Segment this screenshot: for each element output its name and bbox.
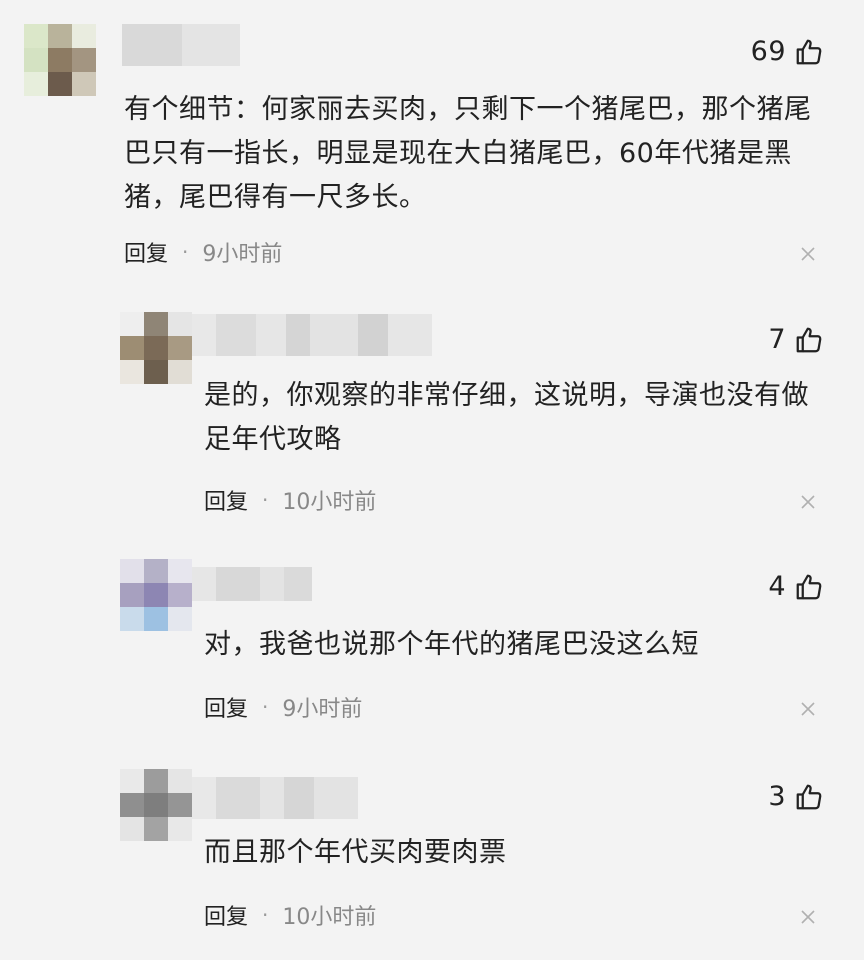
reply-button[interactable]: 回复	[204, 691, 248, 723]
separator-dot: ·	[182, 240, 189, 264]
avatar[interactable]	[120, 769, 192, 841]
comment-meta: 回复 · 10小时前	[204, 899, 376, 931]
comment-meta: 回复 · 9小时前	[124, 236, 282, 268]
close-icon[interactable]	[800, 909, 816, 925]
thumbs-up-icon	[796, 574, 822, 599]
timestamp: 9小时前	[282, 697, 363, 722]
reply-button[interactable]: 回复	[204, 899, 248, 931]
username-blurred[interactable]	[192, 567, 312, 601]
avatar[interactable]	[120, 559, 192, 631]
close-icon[interactable]	[800, 494, 816, 510]
timestamp: 10小时前	[282, 905, 377, 930]
like-button[interactable]: 3	[768, 781, 824, 812]
username-blurred[interactable]	[192, 777, 358, 819]
avatar[interactable]	[120, 312, 192, 384]
like-button[interactable]: 7	[768, 324, 824, 355]
like-count: 4	[768, 571, 786, 602]
comment-text: 而且那个年代买肉要肉票	[204, 837, 507, 868]
like-button[interactable]: 4	[768, 571, 824, 602]
separator-dot: ·	[262, 488, 269, 512]
separator-dot: ·	[262, 695, 269, 719]
avatar[interactable]	[24, 24, 96, 96]
reply-item: 7 是的，你观察的非常仔细，这说明，导演也没有做足年代攻略 回复 · 10小时前	[0, 290, 864, 550]
reply-item: 3 而且那个年代买肉要肉票 回复 · 10小时前	[0, 755, 864, 960]
thumbs-up-icon	[796, 39, 822, 64]
separator-dot: ·	[262, 903, 269, 927]
username-blurred[interactable]	[122, 24, 240, 66]
comment-meta: 回复 · 10小时前	[204, 484, 376, 516]
reply-button[interactable]: 回复	[124, 236, 168, 268]
comment-text: 对，我爸也说那个年代的猪尾巴没这么短	[204, 629, 699, 660]
timestamp: 9小时前	[202, 242, 283, 267]
comment-text: 是的，你观察的非常仔细，这说明，导演也没有做足年代攻略	[204, 380, 809, 455]
close-icon[interactable]	[800, 701, 816, 717]
username-blurred[interactable]	[192, 314, 432, 356]
comment-text: 有个细节：何家丽去买肉，只剩下一个猪尾巴，那个猪尾巴只有一指长，明显是现在大白猪…	[124, 94, 812, 213]
reply-button[interactable]: 回复	[204, 484, 248, 516]
close-icon[interactable]	[800, 246, 816, 262]
reply-item: 4 对，我爸也说那个年代的猪尾巴没这么短 回复 · 9小时前	[0, 545, 864, 755]
thumbs-up-icon	[796, 327, 822, 352]
timestamp: 10小时前	[282, 490, 377, 515]
like-count: 7	[768, 324, 786, 355]
comment-meta: 回复 · 9小时前	[204, 691, 362, 723]
thumbs-up-icon	[796, 784, 822, 809]
like-button[interactable]: 69	[751, 36, 824, 67]
like-count: 3	[768, 781, 786, 812]
comment-item: 69 有个细节：何家丽去买肉，只剩下一个猪尾巴，那个猪尾巴只有一指长，明显是现在…	[0, 0, 864, 290]
like-count: 69	[750, 36, 786, 67]
